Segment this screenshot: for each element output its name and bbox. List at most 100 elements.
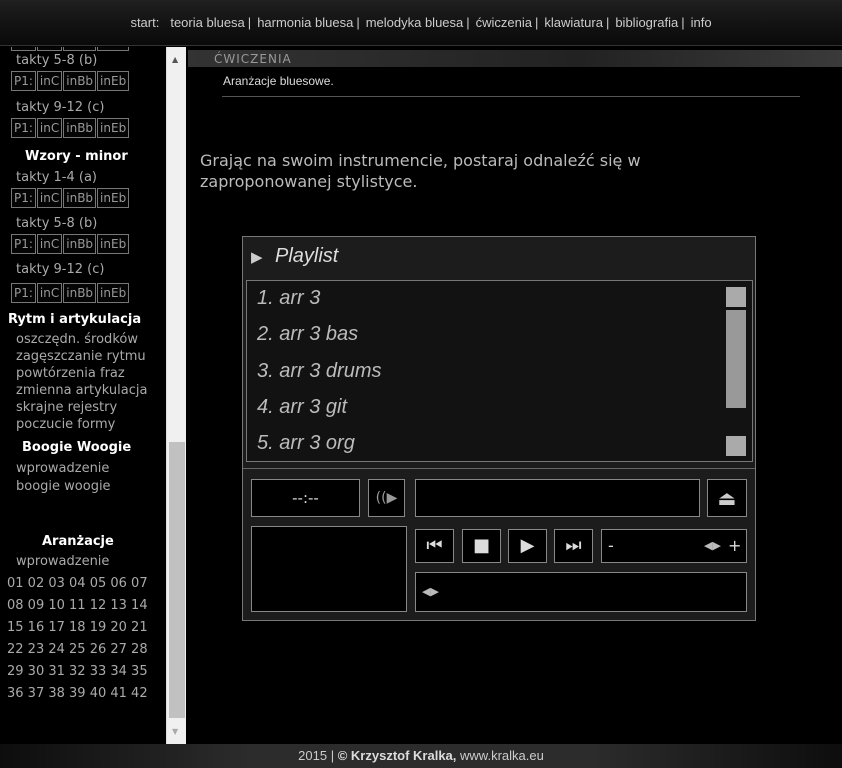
slider-handle-icon[interactable]: ◀▶ xyxy=(704,530,721,562)
sidebar-link-boogie[interactable]: boogie woogie xyxy=(16,479,111,495)
time-display: --:-- xyxy=(251,479,360,517)
video-area xyxy=(251,526,407,612)
eject-icon: ⏏ xyxy=(717,486,737,510)
player-controls: --:-- ((▶ ⏏ ⏮ ■ ▶ ⏭ - ◀▶ + ◀▶ xyxy=(243,468,755,620)
skip-back-icon: ⏮ xyxy=(426,535,443,556)
key-button-row: P1: inC inBb inEb xyxy=(11,71,130,91)
sidebar-link-minor-takty-9-12[interactable]: takty 9-12 (c) xyxy=(16,262,104,278)
key-button-p1[interactable]: P1: xyxy=(11,188,36,208)
aranz-number-row[interactable]: 08 09 10 11 12 13 14 xyxy=(7,598,148,614)
playlist-title: Playlist xyxy=(275,245,339,267)
sidebar-scrollbar[interactable]: ▲ ▼ xyxy=(166,47,186,744)
seek-slider[interactable]: ◀▶ xyxy=(415,572,747,612)
nav-melodyka-bluesa[interactable]: melodyka bluesa xyxy=(366,15,464,30)
key-button-p1[interactable]: P1: xyxy=(11,47,36,51)
sidebar-link-boogie[interactable]: wprowadzenie xyxy=(16,461,109,477)
section-header-bar: ĆWICZENIA xyxy=(188,50,842,67)
playlist-track[interactable]: 4. arr 3 git xyxy=(257,396,347,419)
aranz-number-row[interactable]: 01 02 03 04 05 06 07 xyxy=(7,576,148,592)
eject-button[interactable]: ⏏ xyxy=(707,479,747,517)
key-button-inbb[interactable]: inBb xyxy=(63,47,97,51)
play-button[interactable]: ▶ xyxy=(508,529,547,563)
key-button-ineb[interactable]: inEb xyxy=(97,47,130,51)
key-button-inbb[interactable]: inBb xyxy=(63,234,97,254)
sidebar-heading-rytm: Rytm i artykulacja xyxy=(8,312,142,327)
instruction-text: Grając na swoim instrumencie, postaraj o… xyxy=(200,151,641,191)
volume-minus: - xyxy=(608,536,614,555)
playlist-track[interactable]: 3. arr 3 drums xyxy=(257,360,381,383)
footer: 2015 | © Krzysztof Kralka, www.kralka.eu xyxy=(0,744,842,768)
key-button-ineb[interactable]: inEb xyxy=(97,71,130,91)
main-content: ĆWICZENIA Aranżacje bluesowe. Grając na … xyxy=(188,47,842,744)
playlist-header[interactable]: ▶ Playlist xyxy=(243,237,755,277)
key-button-inc[interactable]: inC xyxy=(36,234,63,254)
nav-teoria-bluesa[interactable]: teoria bluesa xyxy=(170,15,244,30)
key-button-p1[interactable]: P1: xyxy=(11,118,36,138)
playlist-scroll-up[interactable] xyxy=(726,287,746,307)
nav-klawiatura[interactable]: klawiatura xyxy=(544,15,603,30)
sidebar-link-aranz-intro[interactable]: wprowadzenie xyxy=(16,554,109,570)
aranz-number-row[interactable]: 36 37 38 39 40 41 42 xyxy=(7,686,148,702)
aranz-number-row[interactable]: 29 30 31 32 33 34 35 xyxy=(7,664,148,680)
playlist: 1. arr 3 2. arr 3 bas 3. arr 3 drums 4. … xyxy=(246,280,753,462)
playlist-toggle-icon[interactable]: ▶ xyxy=(251,248,263,266)
sidebar-link-minor-takty-1-4[interactable]: takty 1-4 (a) xyxy=(16,170,97,186)
key-button-ineb[interactable]: inEb xyxy=(97,234,130,254)
scrollbar-thumb[interactable] xyxy=(169,442,185,718)
sidebar-link-rytm[interactable]: poczucie formy xyxy=(16,417,115,433)
mute-button[interactable]: ((▶ xyxy=(368,479,405,517)
nav-info[interactable]: info xyxy=(691,15,712,30)
scroll-up-arrow-icon[interactable]: ▲ xyxy=(172,55,178,64)
sidebar-link-rytm[interactable]: zmienna artykulacja xyxy=(16,383,147,399)
key-button-inc[interactable]: inC xyxy=(36,118,63,138)
nav-start-label: start: xyxy=(130,15,160,30)
playlist-scroll-down[interactable] xyxy=(726,436,746,456)
key-button-inc[interactable]: inC xyxy=(36,47,63,51)
key-button-inc[interactable]: inC xyxy=(36,188,63,208)
key-button-ineb[interactable]: inEb xyxy=(97,283,130,303)
key-button-inbb[interactable]: inBb xyxy=(63,283,97,303)
sidebar-link-rytm[interactable]: powtórzenia fraz xyxy=(16,366,125,382)
nav-separator: | xyxy=(605,15,610,30)
stop-button[interactable]: ■ xyxy=(462,529,501,563)
playlist-track[interactable]: 5. arr 3 org xyxy=(257,432,355,455)
next-track-button[interactable]: ⏭ xyxy=(554,529,593,563)
key-button-inc[interactable]: inC xyxy=(36,71,63,91)
key-button-inbb[interactable]: inBb xyxy=(63,71,97,91)
sidebar-link-rytm[interactable]: oszczędn. środków xyxy=(16,332,138,348)
playlist-track[interactable]: 1. arr 3 xyxy=(257,287,320,310)
sidebar-link-minor-takty-5-8[interactable]: takty 5-8 (b) xyxy=(16,216,97,232)
nav-cwiczenia[interactable]: ćwiczenia xyxy=(476,15,532,30)
nav-bibliografia[interactable]: bibliografia xyxy=(615,15,678,30)
key-button-p1[interactable]: P1: xyxy=(11,283,36,303)
key-button-row: P1: inC inBb inEb xyxy=(11,234,130,254)
footer-site-link[interactable]: www.kralka.eu xyxy=(460,748,544,763)
key-button-ineb[interactable]: inEb xyxy=(97,188,130,208)
sidebar-link-major-takty-9-12[interactable]: takty 9-12 (c) xyxy=(16,100,104,116)
play-icon: ▶ xyxy=(520,535,535,556)
sidebar-link-major-takty-5-8[interactable]: takty 5-8 (b) xyxy=(16,53,97,69)
top-navigation: start: teoria bluesa | harmonia bluesa |… xyxy=(0,0,842,46)
slider-handle-icon[interactable]: ◀▶ xyxy=(422,585,439,598)
sidebar-link-rytm[interactable]: zagęszczanie rytmu xyxy=(16,349,146,365)
nav-harmonia-bluesa[interactable]: harmonia bluesa xyxy=(257,15,353,30)
speaker-icon: ((▶ xyxy=(375,490,398,506)
sidebar-heading-boogie: Boogie Woogie xyxy=(22,440,132,455)
key-button-inbb[interactable]: inBb xyxy=(63,188,97,208)
nav-separator: | xyxy=(356,15,360,30)
nav-separator: | xyxy=(535,15,539,30)
key-button-inbb[interactable]: inBb xyxy=(63,118,97,138)
key-button-inc[interactable]: inC xyxy=(36,283,63,303)
playlist-track[interactable]: 2. arr 3 bas xyxy=(257,323,358,346)
playlist-scroll-thumb[interactable] xyxy=(726,310,746,408)
aranz-number-row[interactable]: 22 23 24 25 26 27 28 xyxy=(7,642,148,658)
nav-separator: | xyxy=(466,15,470,30)
volume-slider[interactable]: - ◀▶ + xyxy=(601,529,747,563)
aranz-number-row[interactable]: 15 16 17 18 19 20 21 xyxy=(7,620,148,636)
sidebar-link-rytm[interactable]: skrajne rejestry xyxy=(16,400,117,416)
key-button-p1[interactable]: P1: xyxy=(11,71,36,91)
key-button-p1[interactable]: P1: xyxy=(11,234,36,254)
previous-track-button[interactable]: ⏮ xyxy=(415,529,454,563)
scroll-down-arrow-icon[interactable]: ▼ xyxy=(172,727,178,736)
key-button-ineb[interactable]: inEb xyxy=(97,118,130,138)
